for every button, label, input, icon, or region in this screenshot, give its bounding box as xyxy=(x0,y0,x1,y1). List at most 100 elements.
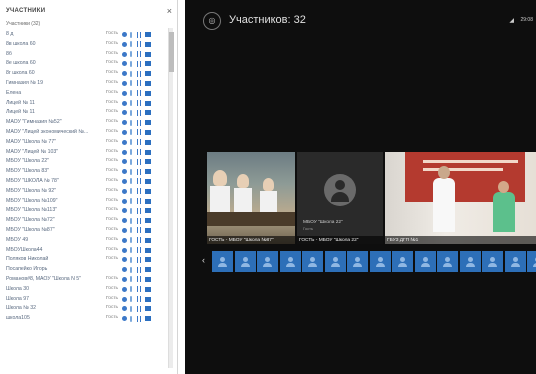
microphone-icon[interactable] xyxy=(130,51,132,58)
microphone-icon[interactable] xyxy=(130,60,132,67)
microphone-icon[interactable] xyxy=(130,119,132,126)
microphone-icon[interactable] xyxy=(130,31,132,38)
screen-icon[interactable] xyxy=(145,41,151,47)
screen-icon[interactable] xyxy=(145,267,151,273)
screen-icon[interactable] xyxy=(145,100,151,106)
microphone-icon[interactable] xyxy=(130,129,132,136)
video-camera-icon[interactable] xyxy=(137,90,141,97)
chat-icon[interactable] xyxy=(122,237,127,243)
participant-row[interactable]: МБОУ "Школа 83" Гость xyxy=(6,167,166,177)
screen-icon[interactable] xyxy=(145,129,151,135)
video-camera-icon[interactable] xyxy=(137,188,141,195)
participant-thumbnail[interactable] xyxy=(392,251,413,272)
participant-thumbnail[interactable] xyxy=(257,251,278,272)
scrollbar-thumb[interactable] xyxy=(169,32,174,72)
video-camera-icon[interactable] xyxy=(137,100,141,107)
chat-icon[interactable] xyxy=(122,80,127,86)
participant-row[interactable]: МАОУ "Лицей экономический №... Гость xyxy=(6,128,166,138)
chat-icon[interactable] xyxy=(122,120,127,126)
microphone-icon[interactable] xyxy=(130,149,132,156)
chat-icon[interactable] xyxy=(122,198,127,204)
video-camera-icon[interactable] xyxy=(137,80,141,87)
chat-icon[interactable] xyxy=(122,159,127,165)
chat-icon[interactable] xyxy=(122,110,127,116)
video-camera-icon[interactable] xyxy=(137,217,141,224)
microphone-icon[interactable] xyxy=(130,90,132,97)
participant-row[interactable]: Лицей № 11 Гость xyxy=(6,108,166,118)
participant-thumbnail[interactable] xyxy=(347,251,368,272)
microphone-icon[interactable] xyxy=(130,237,132,244)
participant-thumbnail[interactable] xyxy=(234,251,256,272)
close-icon[interactable]: × xyxy=(167,6,172,16)
video-camera-icon[interactable] xyxy=(137,70,141,77)
participant-row[interactable]: школа105 Гость xyxy=(6,314,166,324)
chat-icon[interactable] xyxy=(122,227,127,233)
video-tile[interactable]: МБОУ "Школа 22" Гость ГОСТЬ - МБОУ "Школ… xyxy=(297,152,383,244)
chat-icon[interactable] xyxy=(122,178,127,184)
video-camera-icon[interactable] xyxy=(137,51,141,58)
screen-icon[interactable] xyxy=(145,198,151,204)
chat-icon[interactable] xyxy=(122,267,127,273)
chat-icon[interactable] xyxy=(122,61,127,67)
participant-thumbnail[interactable] xyxy=(279,251,301,272)
chat-icon[interactable] xyxy=(122,296,127,302)
participant-row[interactable]: МБОУ "Школа 22" Гость xyxy=(6,157,166,167)
video-camera-icon[interactable] xyxy=(137,158,141,165)
video-camera-icon[interactable] xyxy=(137,41,141,48)
screen-icon[interactable] xyxy=(145,306,151,312)
participant-row[interactable]: 8е школа 60 Гость xyxy=(6,59,166,69)
chat-icon[interactable] xyxy=(122,41,127,47)
chat-icon[interactable] xyxy=(122,208,127,214)
participant-row[interactable]: Школа 97 Гость xyxy=(6,295,166,305)
screen-icon[interactable] xyxy=(145,286,151,292)
video-camera-icon[interactable] xyxy=(137,227,141,234)
participant-thumbnail[interactable] xyxy=(212,251,233,272)
participant-thumbnail[interactable] xyxy=(482,251,503,272)
chat-icon[interactable] xyxy=(122,129,127,135)
screen-icon[interactable] xyxy=(145,149,151,155)
screen-icon[interactable] xyxy=(145,139,151,145)
screen-icon[interactable] xyxy=(145,227,151,233)
video-camera-icon[interactable] xyxy=(137,60,141,67)
microphone-icon[interactable] xyxy=(130,266,132,273)
participant-thumbnail[interactable] xyxy=(437,251,458,272)
chat-icon[interactable] xyxy=(122,218,127,224)
participant-thumbnail[interactable] xyxy=(459,251,481,272)
screen-icon[interactable] xyxy=(145,159,151,165)
screen-icon[interactable] xyxy=(145,71,151,77)
microphone-icon[interactable] xyxy=(130,178,132,185)
participant-row[interactable]: Школа № 32 Гость xyxy=(6,304,166,314)
participant-row[interactable]: МБОУ 49 Гость xyxy=(6,236,166,246)
participant-row[interactable]: МБОУ "Школа №109" Гость xyxy=(6,197,166,207)
participant-row[interactable]: Лицей № 11 Гость xyxy=(6,99,166,109)
microphone-icon[interactable] xyxy=(130,41,132,48)
microphone-icon[interactable] xyxy=(130,139,132,146)
microphone-icon[interactable] xyxy=(130,256,132,263)
chat-icon[interactable] xyxy=(122,286,127,292)
video-camera-icon[interactable] xyxy=(137,109,141,116)
microphone-icon[interactable] xyxy=(130,109,132,116)
screen-icon[interactable] xyxy=(145,51,151,57)
video-camera-icon[interactable] xyxy=(137,149,141,156)
video-camera-icon[interactable] xyxy=(137,315,141,322)
video-camera-icon[interactable] xyxy=(137,168,141,175)
screen-icon[interactable] xyxy=(145,316,151,322)
screen-icon[interactable] xyxy=(145,80,151,86)
chat-icon[interactable] xyxy=(122,306,127,312)
microphone-icon[interactable] xyxy=(130,158,132,165)
video-camera-icon[interactable] xyxy=(137,237,141,244)
chat-icon[interactable] xyxy=(122,51,127,57)
video-camera-icon[interactable] xyxy=(137,276,141,283)
participant-thumbnail[interactable] xyxy=(414,251,436,272)
participant-row[interactable]: МАОУ "Школа № 77" Гость xyxy=(6,138,166,148)
participant-row[interactable]: Школа 30 Гость xyxy=(6,285,166,295)
video-camera-icon[interactable] xyxy=(137,296,141,303)
participant-row[interactable]: Гимназия № 19 Гость xyxy=(6,79,166,89)
screen-icon[interactable] xyxy=(145,188,151,194)
participant-row[interactable]: МБОУ "Школа №113" Гость xyxy=(6,206,166,216)
microphone-icon[interactable] xyxy=(130,168,132,175)
participant-row[interactable]: 8б Гость xyxy=(6,50,166,60)
video-camera-icon[interactable] xyxy=(137,256,141,263)
screen-icon[interactable] xyxy=(145,237,151,243)
video-camera-icon[interactable] xyxy=(137,139,141,146)
